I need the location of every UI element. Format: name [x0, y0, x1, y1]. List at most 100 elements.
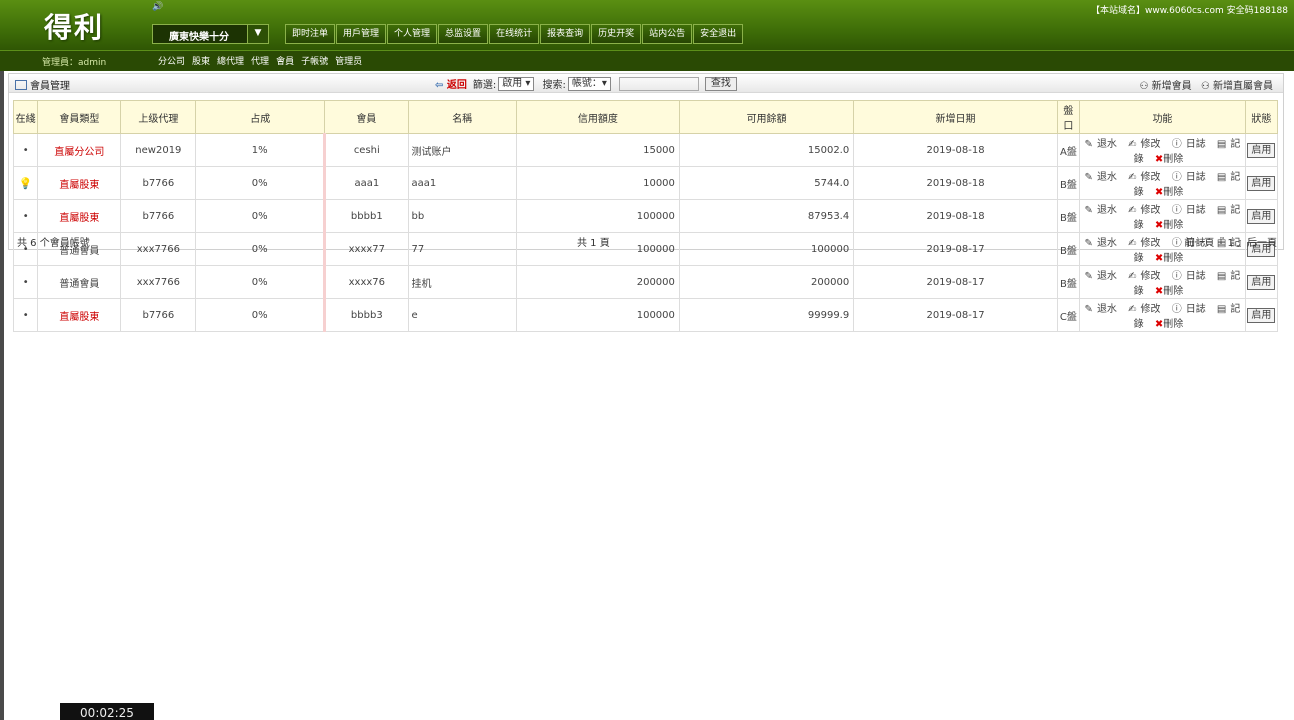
subnav-item[interactable]: 會員 — [276, 54, 294, 67]
nav-item[interactable]: 总监设置 — [438, 24, 489, 44]
member-type: 直屬股東 — [37, 166, 122, 200]
status-button[interactable]: 启用 — [1247, 175, 1276, 191]
log-link[interactable]: ⓘ 日誌 — [1172, 172, 1210, 183]
col-name: 名稱 — [407, 100, 517, 134]
tuishui-link[interactable]: ✎ 退水 — [1085, 205, 1121, 216]
log-link[interactable]: ⓘ 日誌 — [1172, 271, 1210, 282]
add-user-icon: ⚇ — [1200, 81, 1210, 92]
back-arrow-icon: ⇦ — [435, 80, 444, 91]
delete-link[interactable]: ✖刪除 — [1155, 319, 1187, 330]
edit-label: 修改 — [1140, 304, 1161, 315]
status-button[interactable]: 启用 — [1247, 307, 1276, 323]
credit: 100000 — [515, 199, 680, 233]
admin-label: 管理員：admin — [42, 58, 107, 68]
col-balance: 可用餘額 — [678, 100, 855, 134]
nav-item[interactable]: 历史开奖 — [591, 24, 642, 44]
pan: B盤 — [1056, 265, 1081, 299]
delete-link[interactable]: ✖刪除 — [1155, 154, 1187, 165]
document-icon: ▤ — [1216, 172, 1227, 183]
share: 0% — [195, 265, 326, 299]
subnav-item[interactable]: 分公司 — [158, 54, 185, 67]
subnav-item[interactable]: 股東 — [192, 54, 210, 67]
delete-link[interactable]: ✖刪除 — [1155, 286, 1187, 297]
add-direct-member-button[interactable]: ⚇ 新增直屬會員 — [1201, 81, 1273, 92]
subnav-item[interactable]: 總代理 — [217, 54, 244, 67]
delete-label: 刪除 — [1163, 253, 1184, 264]
edit-link[interactable]: ✍ 修改 — [1128, 271, 1164, 282]
pan: A盤 — [1056, 133, 1081, 167]
chevron-down-icon[interactable]: ▼ — [247, 25, 268, 43]
col-agent: 上级代理 — [120, 100, 197, 134]
game-select[interactable]: 廣東快樂十分 ▼ — [152, 24, 269, 44]
tuishui-label: 退水 — [1096, 304, 1117, 315]
edit-label: 修改 — [1140, 205, 1161, 216]
delete-label: 刪除 — [1163, 187, 1184, 198]
balance: 87953.4 — [678, 199, 855, 233]
add-member-button[interactable]: ⚇ 新增會員 — [1140, 81, 1192, 92]
nav-item[interactable]: 站内公告 — [642, 24, 693, 44]
search-input[interactable] — [618, 76, 699, 91]
document-icon: ▤ — [1216, 139, 1227, 150]
nav-item[interactable]: 个人管理 — [387, 24, 438, 44]
delete-link[interactable]: ✖刪除 — [1155, 253, 1187, 264]
col-status: 狀態 — [1244, 100, 1279, 134]
tuishui-link[interactable]: ✎ 退水 — [1085, 271, 1121, 282]
member-account[interactable]: ceshi — [323, 133, 409, 167]
member-account[interactable]: aaa1 — [323, 166, 409, 200]
back-link[interactable]: ⇦ 返回 — [435, 76, 467, 91]
panel-actions: ⚇ 新增會員 ⚇ 新增直屬會員 — [1134, 77, 1274, 92]
filter-select[interactable]: 啟用 ▾ — [498, 76, 535, 91]
delete-label: 刪除 — [1163, 286, 1184, 297]
tuishui-link[interactable]: ✎ 退水 — [1085, 139, 1121, 150]
member-account[interactable]: bbbb3 — [323, 298, 409, 332]
tuishui-link[interactable]: ✎ 退水 — [1085, 172, 1121, 183]
nav-item[interactable]: 即时注单 — [285, 24, 336, 44]
edit-link[interactable]: ✍ 修改 — [1128, 172, 1164, 183]
log-link[interactable]: ⓘ 日誌 — [1172, 205, 1210, 216]
delete-icon: ✖ — [1154, 220, 1164, 231]
nav-item[interactable]: 在线统计 — [489, 24, 540, 44]
col-online: 在綫 — [12, 100, 39, 134]
status-button[interactable]: 启用 — [1247, 208, 1276, 224]
status-button[interactable]: 启用 — [1247, 274, 1276, 290]
edit-link[interactable]: ✍ 修改 — [1128, 304, 1164, 315]
pan: B盤 — [1056, 199, 1081, 233]
edit-link[interactable]: ✍ 修改 — [1128, 139, 1164, 150]
status-cell: 启用 — [1244, 166, 1279, 200]
subnav-item[interactable]: 子帳號 — [301, 54, 328, 67]
member-account[interactable]: xxxx76 — [323, 265, 409, 299]
tuishui-link[interactable]: ✎ 退水 — [1085, 304, 1121, 315]
edit-link[interactable]: ✍ 修改 — [1128, 205, 1164, 216]
panel-title: 會員管理 — [15, 77, 70, 92]
status-button[interactable]: 启用 — [1247, 142, 1276, 158]
nav-item[interactable]: 用戶管理 — [336, 24, 387, 44]
col-type: 會員類型 — [37, 100, 122, 134]
delete-link[interactable]: ✖刪除 — [1155, 187, 1187, 198]
alert-icon: ⓘ — [1171, 304, 1182, 315]
subnav-item[interactable]: 代理 — [251, 54, 269, 67]
edit-icon: ✍ — [1128, 205, 1137, 216]
search-field-select[interactable]: 帳號：▾ — [567, 76, 611, 91]
nav-item-logout[interactable]: 安全退出 — [693, 24, 744, 44]
share: 0% — [195, 199, 326, 233]
member-name: aaa1 — [407, 166, 517, 200]
table-row: • 普通會員 xxx7766 0% xxxx76 挂机 200000 20000… — [12, 265, 1279, 299]
pan: C盤 — [1056, 298, 1081, 332]
delete-link[interactable]: ✖刪除 — [1155, 220, 1187, 231]
date: 2019-08-18 — [853, 166, 1058, 200]
log-link[interactable]: ⓘ 日誌 — [1172, 139, 1210, 150]
subnav-item[interactable]: 管理员 — [335, 54, 362, 67]
row-actions: ✎ 退水 ✍ 修改 ⓘ 日誌 ▤ 記錄 ✖刪除 — [1079, 133, 1246, 167]
pager[interactable]: 前一頁『 1 』后一頁 — [1184, 234, 1277, 249]
sub-header: 管理員：admin 分公司 股東 總代理 代理 會員 子帳號 管理员 — [0, 50, 1294, 71]
search-button[interactable]: 查找 — [704, 76, 737, 91]
speaker-icon[interactable]: 🔊 — [152, 2, 163, 12]
member-type: 普通會員 — [37, 265, 122, 299]
panel-toolbar: 會員管理 ⇦ 返回 篩選: 啟用 ▾ 搜索: 帳號：▾ 查找 ⚇ 新增會員 ⚇ … — [9, 74, 1283, 93]
col-date: 新增日期 — [853, 100, 1058, 134]
member-name: e — [407, 298, 517, 332]
log-link[interactable]: ⓘ 日誌 — [1172, 304, 1210, 315]
tuishui-label: 退水 — [1096, 139, 1117, 150]
member-account[interactable]: bbbb1 — [323, 199, 409, 233]
nav-item[interactable]: 报表查询 — [540, 24, 591, 44]
